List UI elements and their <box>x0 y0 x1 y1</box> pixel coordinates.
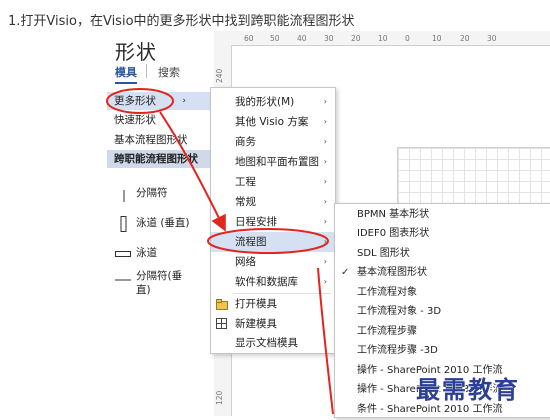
submenu-item-workflow-steps-3d[interactable]: 工作流程步骤 -3D <box>335 341 550 361</box>
separator-icon <box>123 190 125 202</box>
menu-item-software-db[interactable]: 软件和数据库 › <box>211 272 335 292</box>
submenu-item-idef0[interactable]: IDEF0 图表形状 <box>335 224 550 244</box>
chevron-right-icon: › <box>182 96 186 106</box>
ruler-tick: 0 <box>405 34 410 43</box>
shape-swimlane-label: 泳道 <box>136 247 157 259</box>
menu-item-flowchart[interactable]: 流程图 › <box>211 232 335 252</box>
menu-item-network[interactable]: 网络 › <box>211 252 335 272</box>
ruler-tick: 30 <box>487 34 497 43</box>
chevron-right-icon: › <box>323 97 327 106</box>
chevron-right-icon: › <box>323 157 327 166</box>
submenu-item-sdl[interactable]: SDL 图形状 <box>335 244 550 264</box>
ruler-tick: 120 <box>215 390 224 405</box>
menu-item-maps[interactable]: 地图和平面布置图 › <box>211 152 335 172</box>
chevron-right-icon: › <box>323 237 327 246</box>
shape-swimlane-vertical[interactable]: 泳道 (垂直) <box>107 209 214 239</box>
swimlane-icon <box>115 251 131 257</box>
menu-item-label: 新建模具 <box>235 318 277 330</box>
horizontal-ruler: 60 50 40 30 20 10 0 10 20 30 <box>214 31 550 46</box>
submenu-item-label: 基本流程图形状 <box>357 267 427 278</box>
more-shapes-item[interactable]: 更多形状 › <box>107 92 214 110</box>
chevron-right-icon: › <box>323 117 327 126</box>
shape-separator-vertical[interactable]: 分隔符(垂 直) <box>107 266 214 300</box>
menu-item-label: 工程 <box>235 176 256 188</box>
checkmark-icon: ✓ <box>341 267 350 278</box>
ruler-tick: 50 <box>270 34 280 43</box>
ruler-tick: 10 <box>378 34 388 43</box>
cross-functional-stencil-item[interactable]: 跨职能流程图形状 <box>107 150 214 168</box>
instruction-caption: 1.打开Visio，在Visio中的更多形状中找到跨职能流程图形状 <box>8 14 355 29</box>
separator-horizontal-icon <box>115 279 131 281</box>
menu-item-business[interactable]: 商务 › <box>211 132 335 152</box>
menu-item-schedule[interactable]: 日程安排 › <box>211 212 335 232</box>
ruler-tick: 40 <box>297 34 307 43</box>
chevron-right-icon: › <box>323 177 327 186</box>
menu-item-label: 商务 <box>235 136 256 148</box>
pane-title: 形状 <box>115 40 157 64</box>
ruler-tick: 10 <box>432 34 442 43</box>
shape-separator-label: 分隔符 <box>136 187 168 199</box>
menu-item-general[interactable]: 常规 › <box>211 192 335 212</box>
menu-item-label: 我的形状(M) <box>235 96 295 108</box>
watermark-logo: 最需教育 <box>416 375 520 404</box>
menu-item-label: 软件和数据库 <box>235 276 298 288</box>
menu-item-label: 其他 Visio 方案 <box>235 116 309 128</box>
chevron-right-icon: › <box>323 217 327 226</box>
submenu-item-bpmn[interactable]: BPMN 基本形状 <box>335 205 550 225</box>
tab-search[interactable]: 搜索 <box>158 64 180 80</box>
shape-swimlane-vertical-label: 泳道 (垂直) <box>136 217 190 229</box>
menu-item-label: 流程图 <box>235 236 267 248</box>
ruler-tick: 240 <box>215 68 224 83</box>
submenu-item-workflow-steps[interactable]: 工作流程步骤 <box>335 322 550 342</box>
more-shapes-label: 更多形状 <box>114 95 156 107</box>
menu-item-my-shapes[interactable]: 我的形状(M) › <box>211 92 335 112</box>
menu-item-label: 地图和平面布置图 <box>235 156 319 168</box>
more-shapes-menu: 我的形状(M) › 其他 Visio 方案 › 商务 › 地图和平面布置图 › 工程 › … <box>210 87 336 354</box>
menu-item-show-doc-stencil[interactable]: 显示文档模具 <box>211 333 335 353</box>
open-folder-icon <box>216 299 228 310</box>
ruler-tick: 60 <box>244 34 254 43</box>
grid-icon <box>216 318 227 329</box>
menu-item-label: 打开模具 <box>235 298 277 310</box>
swimlane-vertical-icon <box>120 216 127 232</box>
ruler-tick: 30 <box>324 34 334 43</box>
quick-shapes-item[interactable]: 快速形状 <box>107 111 214 129</box>
menu-item-open-stencil[interactable]: 打开模具 <box>211 294 335 314</box>
submenu-item-workflow-objects[interactable]: 工作流程对象 <box>335 283 550 303</box>
shape-swimlane[interactable]: 泳道 <box>107 239 214 269</box>
chevron-right-icon: › <box>323 257 327 266</box>
submenu-item-workflow-objects-3d[interactable]: 工作流程对象 - 3D <box>335 302 550 322</box>
chevron-right-icon: › <box>323 137 327 146</box>
shape-separator-vertical-label: 分隔符(垂 直) <box>136 270 183 296</box>
tab-stencils[interactable]: 模具 <box>115 64 137 84</box>
ruler-tick: 20 <box>351 34 361 43</box>
menu-item-label: 日程安排 <box>235 216 277 228</box>
chevron-right-icon: › <box>323 197 327 206</box>
chevron-right-icon: › <box>323 277 327 286</box>
menu-item-engineering[interactable]: 工程 › <box>211 172 335 192</box>
submenu-item-basic-flowchart[interactable]: ✓ 基本流程图形状 <box>335 263 550 283</box>
tab-divider <box>146 64 147 78</box>
menu-item-new-stencil[interactable]: 新建模具 <box>211 314 335 334</box>
shape-separator[interactable]: 分隔符 <box>107 179 214 209</box>
ruler-tick: 20 <box>460 34 470 43</box>
basic-flowchart-stencil-item[interactable]: 基本流程图形状 <box>107 131 214 149</box>
menu-item-label: 常规 <box>235 196 256 208</box>
menu-item-label: 网络 <box>235 256 256 268</box>
menu-item-other-visio[interactable]: 其他 Visio 方案 › <box>211 112 335 132</box>
